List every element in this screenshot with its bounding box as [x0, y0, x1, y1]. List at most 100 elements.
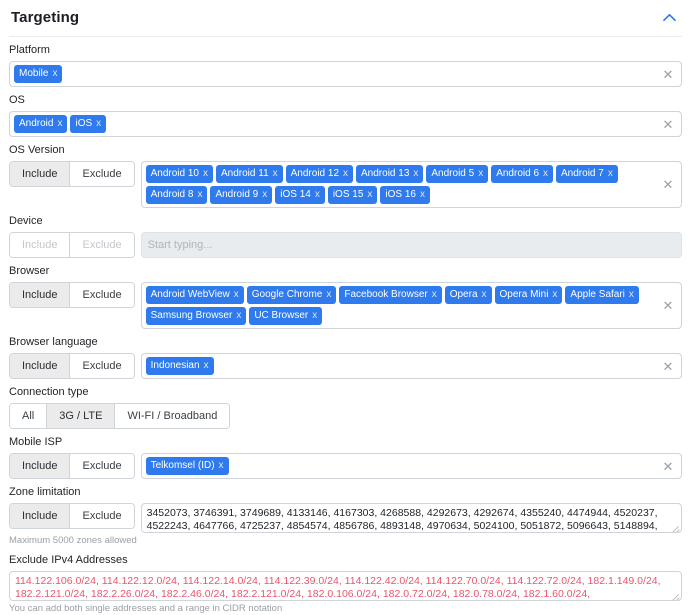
tag[interactable]: Google Chrome x — [246, 286, 337, 304]
tag-remove-icon[interactable]: x — [204, 359, 209, 373]
tag[interactable]: Indonesian x — [145, 357, 214, 375]
tag-remove-icon[interactable]: x — [420, 188, 425, 202]
tag-remove-icon[interactable]: x — [413, 167, 418, 181]
device-mode-toggle: Include Exclude — [9, 232, 135, 258]
browser-include-button[interactable]: Include — [10, 283, 71, 307]
tag-remove-icon[interactable]: x — [543, 167, 548, 181]
clear-icon[interactable]: ✕ — [662, 178, 674, 191]
zone-limitation-textarea[interactable]: 3452073, 3746391, 3749689, 4133146, 4167… — [140, 503, 682, 533]
tag-remove-icon[interactable]: x — [432, 288, 437, 302]
os-version-exclude-button[interactable]: Exclude — [70, 162, 134, 186]
tag-remove-icon[interactable]: x — [262, 188, 267, 202]
tag-remove-icon[interactable]: x — [96, 117, 101, 131]
tag[interactable]: Android 7 x — [556, 165, 618, 183]
tag-remove-icon[interactable]: x — [236, 309, 241, 323]
tag-label: Mobile — [19, 68, 49, 79]
field-label-browser-language: Browser language — [9, 336, 98, 348]
tag[interactable]: Opera x — [444, 286, 492, 304]
tag-remove-icon[interactable]: x — [478, 167, 483, 181]
mobile-isp-exclude-button[interactable]: Exclude — [70, 454, 134, 478]
tag[interactable]: Android x — [14, 115, 68, 133]
tag[interactable]: Samsung Browser x — [145, 307, 247, 325]
tag-remove-icon[interactable]: x — [326, 288, 331, 302]
tag-label: iOS 14 — [280, 189, 311, 200]
tag[interactable]: Apple Safari x — [565, 286, 639, 304]
tag-remove-icon[interactable]: x — [343, 167, 348, 181]
connection-type-option-all[interactable]: All — [10, 404, 48, 428]
tag[interactable]: Android 8x — [145, 186, 208, 204]
tag[interactable]: Opera Mini x — [494, 286, 563, 304]
mobile-isp-mode-toggle: Include Exclude — [9, 453, 135, 479]
field-row-exclude-ipv4: 114.122.106.0/24, 114.122.12.0/24, 114.1… — [9, 571, 682, 601]
resize-grip-icon[interactable] — [671, 523, 680, 532]
field-os: OS Android x iOS x ✕ — [9, 87, 682, 137]
tag-remove-icon[interactable]: x — [197, 188, 202, 202]
tag-label: Google Chrome — [251, 289, 323, 300]
tag[interactable]: Android 11 x — [216, 165, 283, 183]
mobile-isp-include-button[interactable]: Include — [10, 454, 71, 478]
tag-remove-icon[interactable]: x — [552, 288, 557, 302]
tag-remove-icon[interactable]: x — [312, 309, 317, 323]
tag-label: Android — [19, 118, 54, 129]
browser-language-include-button[interactable]: Include — [10, 354, 71, 378]
tag[interactable]: iOS 16 x — [380, 186, 430, 204]
exclude-ipv4-textarea[interactable]: 114.122.106.0/24, 114.122.12.0/24, 114.1… — [9, 571, 682, 601]
browser-exclude-button[interactable]: Exclude — [70, 283, 134, 307]
tag-remove-icon[interactable]: x — [52, 67, 57, 81]
clear-icon[interactable]: ✕ — [662, 118, 674, 131]
tag-remove-icon[interactable]: x — [273, 167, 278, 181]
clear-icon[interactable]: ✕ — [662, 360, 674, 373]
tag-label: Android 12 — [290, 168, 340, 179]
tag[interactable]: Android 5x — [426, 165, 489, 183]
field-row-platform: Mobile x ✕ — [9, 61, 682, 87]
tag[interactable]: Android 6x — [491, 165, 554, 183]
clear-icon[interactable]: ✕ — [662, 460, 674, 473]
tag[interactable]: iOS 15 x — [327, 186, 378, 204]
mobile-isp-tag-input[interactable]: Telkomsel (ID) x ✕ — [140, 453, 682, 479]
tag-remove-icon[interactable]: x — [219, 459, 224, 473]
tag[interactable]: UC Browser x — [249, 307, 323, 325]
tag-remove-icon[interactable]: x — [234, 288, 239, 302]
tag-label: Indonesian — [150, 360, 200, 371]
browser-language-exclude-button[interactable]: Exclude — [70, 354, 134, 378]
tag[interactable]: iOS x — [70, 115, 107, 133]
tag[interactable]: Facebook Browser x — [339, 286, 442, 304]
field-zone-limitation: Zone limitation Include Exclude 3452073,… — [9, 479, 682, 547]
tag[interactable]: Android 9x — [210, 186, 273, 204]
tag-label: Apple Safari — [570, 289, 625, 300]
tag-label: Android 6 — [496, 168, 540, 179]
browser-tag-input[interactable]: Android WebView x Google Chrome x Facebook B… — [140, 282, 682, 329]
tag-remove-icon[interactable]: x — [482, 288, 487, 302]
platform-tag-input[interactable]: Mobile x ✕ — [9, 61, 682, 87]
tag[interactable]: Mobile x — [14, 65, 63, 83]
os-tag-input[interactable]: Android x iOS x ✕ — [9, 111, 682, 137]
tag-remove-icon[interactable]: x — [608, 167, 613, 181]
tag-remove-icon[interactable]: x — [629, 288, 634, 302]
tag-remove-icon[interactable]: x — [367, 188, 372, 202]
tag-remove-icon[interactable]: x — [57, 117, 62, 131]
zone-limitation-include-button[interactable]: Include — [10, 504, 71, 528]
collapse-panel-button[interactable] — [658, 8, 680, 26]
tag-remove-icon[interactable]: x — [203, 167, 208, 181]
zone-limitation-exclude-button[interactable]: Exclude — [70, 504, 134, 528]
tag[interactable]: Telkomsel (ID) x — [145, 457, 229, 475]
zone-limitation-help-text: Maximum 5000 zones allowed — [9, 535, 137, 546]
connection-type-option-3g-lte[interactable]: 3G / LTE — [47, 404, 116, 428]
clear-icon[interactable]: ✕ — [662, 68, 674, 81]
field-label-connection-type: Connection type — [9, 386, 89, 398]
clear-icon[interactable]: ✕ — [662, 299, 674, 312]
field-label-platform: Platform — [9, 44, 50, 56]
browser-language-tag-input[interactable]: Indonesian x ✕ — [140, 353, 682, 379]
tag[interactable]: Android 12 x — [285, 165, 354, 183]
field-label-browser: Browser — [9, 265, 50, 277]
tag[interactable]: Android 10 x — [145, 165, 213, 183]
os-version-include-button[interactable]: Include — [10, 162, 71, 186]
page-title: Targeting — [11, 8, 80, 26]
resize-grip-icon[interactable] — [671, 591, 680, 600]
tag-remove-icon[interactable]: x — [315, 188, 320, 202]
connection-type-option-wifi-broadband[interactable]: WI-FI / Broadband — [115, 404, 230, 428]
tag[interactable]: iOS 14 x — [275, 186, 325, 204]
tag[interactable]: Android 13 x — [356, 165, 424, 183]
os-version-tag-input[interactable]: Android 10 x Android 11 x Android 12 x Android… — [140, 161, 682, 208]
tag[interactable]: Android WebView x — [145, 286, 244, 304]
